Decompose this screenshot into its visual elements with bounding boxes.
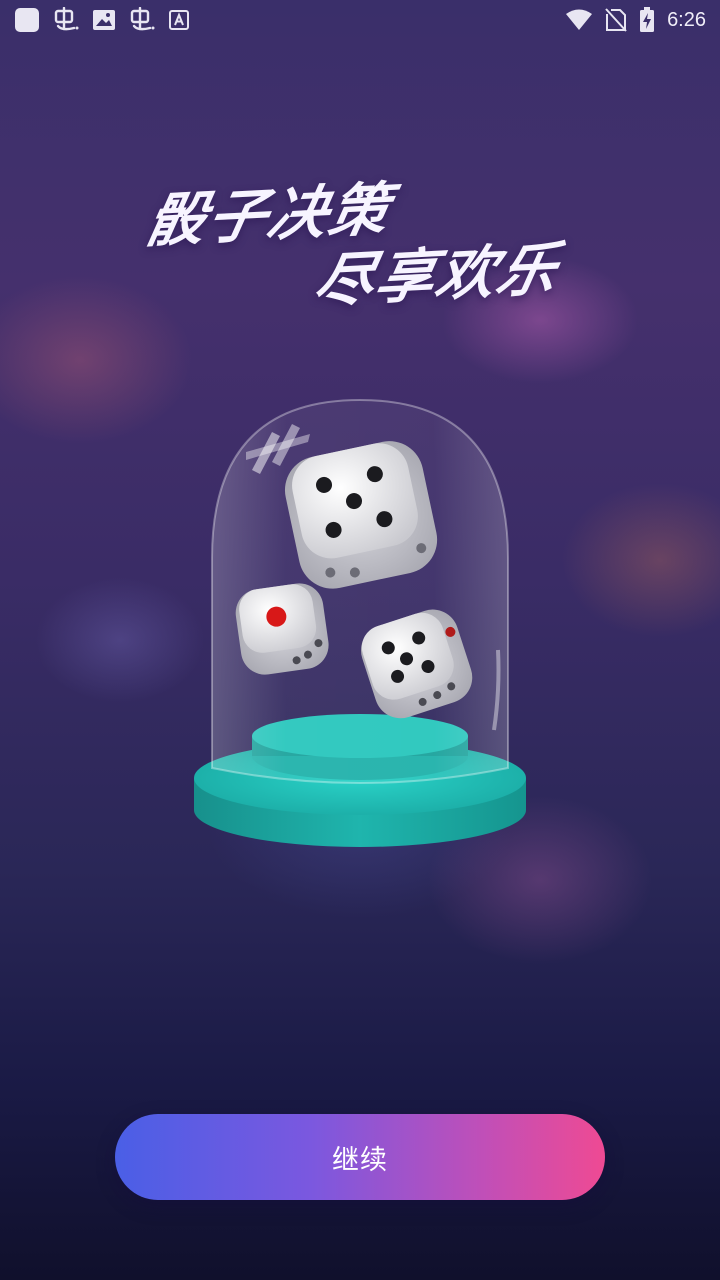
continue-button[interactable]: 继续	[115, 1114, 605, 1200]
dice-in-glass-dome-icon	[180, 390, 540, 860]
headline: 骰子决策 尽享欢乐	[0, 0, 720, 320]
headline-line-2: 尽享欢乐	[308, 234, 566, 316]
